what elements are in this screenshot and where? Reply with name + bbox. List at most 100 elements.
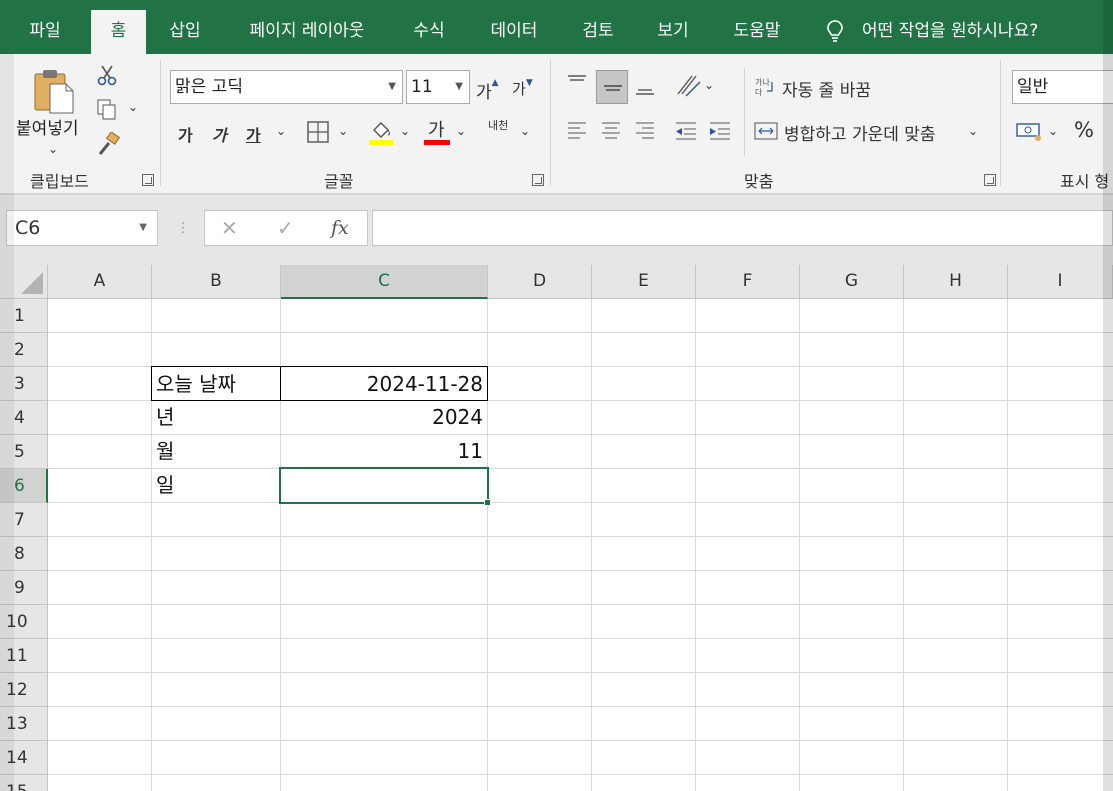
bold-button[interactable]: 가 bbox=[178, 122, 193, 146]
clipboard-launcher-icon[interactable] bbox=[142, 174, 154, 186]
decrease-font-size-button[interactable]: 가▼ bbox=[512, 78, 533, 99]
column-header-h[interactable]: H bbox=[904, 265, 1008, 299]
arrow-down-icon: ▼ bbox=[525, 78, 533, 88]
font-size-select[interactable]: 11 ▼ bbox=[406, 70, 470, 104]
column-header-e[interactable]: E bbox=[592, 265, 696, 299]
tab-view[interactable]: 보기 bbox=[645, 10, 701, 54]
increase-font-size-button[interactable]: 가▲ bbox=[476, 78, 499, 103]
paste-button[interactable]: 붙여넣기 bbox=[16, 114, 79, 139]
orientation-dropdown-chevron-icon[interactable]: ⌄ bbox=[704, 78, 714, 92]
gridline bbox=[48, 672, 1113, 673]
copy-icon[interactable] bbox=[96, 98, 118, 120]
merge-center-button[interactable]: 병합하고 가운데 맞춤 bbox=[784, 120, 936, 145]
cut-icon[interactable] bbox=[96, 64, 118, 86]
tab-file[interactable]: 파일 bbox=[16, 10, 74, 54]
fill-color-dropdown-chevron-icon[interactable]: ⌄ bbox=[400, 124, 410, 138]
decrease-indent-icon[interactable] bbox=[674, 120, 698, 142]
cell-b3[interactable]: 오늘 날짜 bbox=[151, 366, 281, 401]
phonetic-dropdown-chevron-icon[interactable]: ⌄ bbox=[520, 124, 530, 138]
cell-b4[interactable]: 년 bbox=[152, 400, 280, 434]
chevron-down-icon: ▼ bbox=[455, 81, 463, 92]
tab-help[interactable]: 도움말 bbox=[721, 10, 793, 54]
cell-c3[interactable]: 2024-11-28 bbox=[280, 366, 488, 401]
ribbon-home: 붙여넣기 ⌄ ⌄ 클립보드 맑은 고딕 ▼ 11 ▼ 가▲ 가▼ 가 가 가 ⌄ ⌄… bbox=[0, 54, 1113, 194]
paste-dropdown-chevron-icon[interactable]: ⌄ bbox=[48, 142, 58, 156]
cancel-icon[interactable]: ✕ bbox=[221, 211, 238, 245]
gridline bbox=[48, 536, 1113, 537]
percent-button[interactable]: % bbox=[1074, 118, 1094, 142]
tab-data[interactable]: 데이터 bbox=[478, 10, 550, 54]
active-cell-c6[interactable] bbox=[279, 467, 489, 504]
gridline bbox=[48, 774, 1113, 775]
borders-icon[interactable] bbox=[306, 120, 330, 144]
wrap-text-button[interactable]: 자동 줄 바꿈 bbox=[782, 76, 871, 101]
fill-handle[interactable] bbox=[484, 499, 491, 506]
align-right-icon[interactable] bbox=[634, 120, 656, 142]
more-dots-icon[interactable]: ⋮ bbox=[176, 220, 190, 236]
copy-dropdown-chevron-icon[interactable]: ⌄ bbox=[128, 100, 138, 114]
gridline bbox=[48, 332, 1113, 333]
increase-indent-icon[interactable] bbox=[708, 120, 732, 142]
cell-c5[interactable]: 11 bbox=[281, 434, 487, 468]
overlay-shadow bbox=[0, 54, 14, 791]
tell-me-search[interactable]: 어떤 작업을 원하시나요? bbox=[826, 10, 1038, 54]
column-header-g[interactable]: G bbox=[800, 265, 904, 299]
column-header-c[interactable]: C bbox=[281, 265, 488, 299]
gridline bbox=[903, 299, 904, 791]
currency-dropdown-chevron-icon[interactable]: ⌄ bbox=[1048, 124, 1058, 138]
tab-insert[interactable]: 삽입 bbox=[158, 10, 212, 54]
align-center-icon[interactable] bbox=[600, 120, 622, 142]
wrap-text-icon: 가나 다 bbox=[755, 78, 773, 97]
clipboard-group-label: 클립보드 bbox=[30, 172, 89, 191]
align-middle-button[interactable] bbox=[596, 70, 628, 104]
orientation-icon[interactable] bbox=[674, 72, 702, 98]
name-box-value: C6 bbox=[15, 217, 41, 239]
overlay-shadow bbox=[1103, 0, 1113, 791]
cell-b6[interactable]: 일 bbox=[152, 468, 280, 502]
cell-c4[interactable]: 2024 bbox=[281, 400, 487, 434]
lightbulb-icon bbox=[827, 20, 843, 42]
currency-icon[interactable] bbox=[1016, 120, 1042, 142]
format-painter-icon[interactable] bbox=[96, 132, 120, 156]
font-color-dropdown-chevron-icon[interactable]: ⌄ bbox=[456, 124, 466, 138]
align-left-icon[interactable] bbox=[566, 120, 588, 142]
tab-page-layout[interactable]: 페이지 레이아웃 bbox=[232, 10, 382, 54]
name-box[interactable]: C6 ▼ bbox=[6, 210, 158, 246]
phonetic-label: 내천 bbox=[488, 119, 509, 132]
tab-home[interactable]: 홈 bbox=[91, 10, 146, 54]
number-format-select[interactable]: 일반 bbox=[1012, 70, 1113, 104]
align-top-icon[interactable] bbox=[566, 72, 588, 94]
borders-dropdown-chevron-icon[interactable]: ⌄ bbox=[338, 124, 348, 138]
font-color-button[interactable]: 가 bbox=[428, 116, 445, 142]
alignment-group-label: 맞춤 bbox=[744, 172, 774, 191]
paste-icon[interactable] bbox=[34, 68, 74, 114]
enter-icon[interactable]: ✓ bbox=[277, 211, 294, 245]
insert-function-icon[interactable]: fx bbox=[331, 211, 349, 245]
font-size-value: 11 bbox=[411, 77, 433, 97]
font-launcher-icon[interactable] bbox=[532, 174, 544, 186]
column-header-d[interactable]: D bbox=[488, 265, 592, 299]
formula-buttons: ✕ ✓ fx bbox=[204, 210, 368, 246]
column-header-f[interactable]: F bbox=[696, 265, 800, 299]
fill-color-icon[interactable] bbox=[368, 118, 394, 146]
tab-formulas[interactable]: 수식 bbox=[402, 10, 456, 54]
column-header-i[interactable]: I bbox=[1008, 265, 1113, 299]
column-header-a[interactable]: A bbox=[48, 265, 152, 299]
tab-review[interactable]: 검토 bbox=[570, 10, 626, 54]
align-bottom-icon[interactable] bbox=[634, 76, 656, 98]
underline-dropdown-chevron-icon[interactable]: ⌄ bbox=[276, 124, 286, 138]
cell-b5[interactable]: 월 bbox=[152, 434, 280, 468]
gridline bbox=[799, 299, 800, 791]
svg-text:다: 다 bbox=[755, 88, 763, 97]
column-header-b[interactable]: B bbox=[152, 265, 281, 299]
merge-dropdown-chevron-icon[interactable]: ⌄ bbox=[968, 124, 978, 138]
underline-button[interactable]: 가 bbox=[246, 122, 261, 146]
italic-button[interactable]: 가 bbox=[212, 122, 227, 146]
arrow-up-icon: ▲ bbox=[491, 78, 499, 88]
formula-input[interactable] bbox=[372, 210, 1113, 246]
font-color-label: 가 bbox=[428, 120, 445, 141]
gridline bbox=[591, 299, 592, 791]
font-family-select[interactable]: 맑은 고딕 ▼ bbox=[170, 70, 403, 104]
alignment-launcher-icon[interactable] bbox=[984, 174, 996, 186]
phonetic-guide-button[interactable]: 내천 bbox=[488, 120, 508, 131]
